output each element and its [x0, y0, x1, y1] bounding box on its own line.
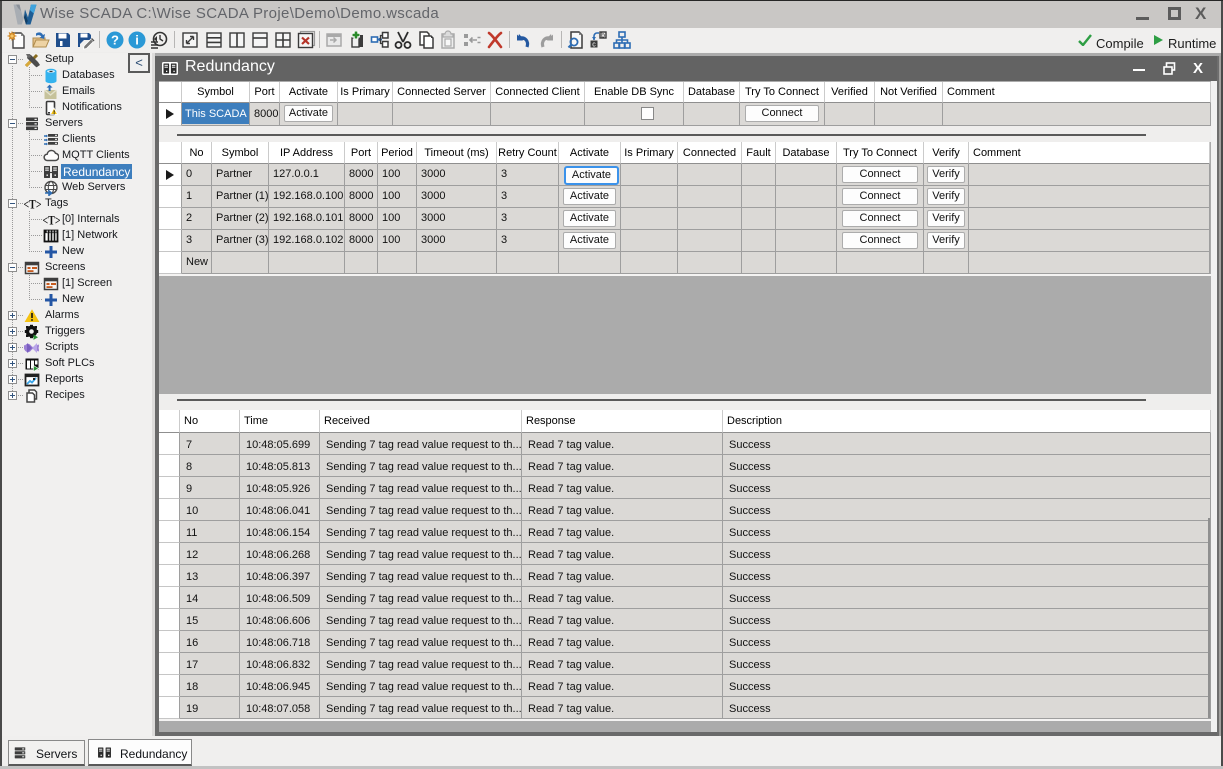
svg-text:<T>: <T>: [24, 197, 42, 211]
svg-text:<T>: <T>: [43, 213, 61, 227]
svg-text:c: c: [592, 42, 596, 49]
svg-text:b: b: [601, 32, 605, 39]
svg-text:?: ?: [111, 33, 119, 48]
svg-text:i: i: [135, 33, 139, 48]
